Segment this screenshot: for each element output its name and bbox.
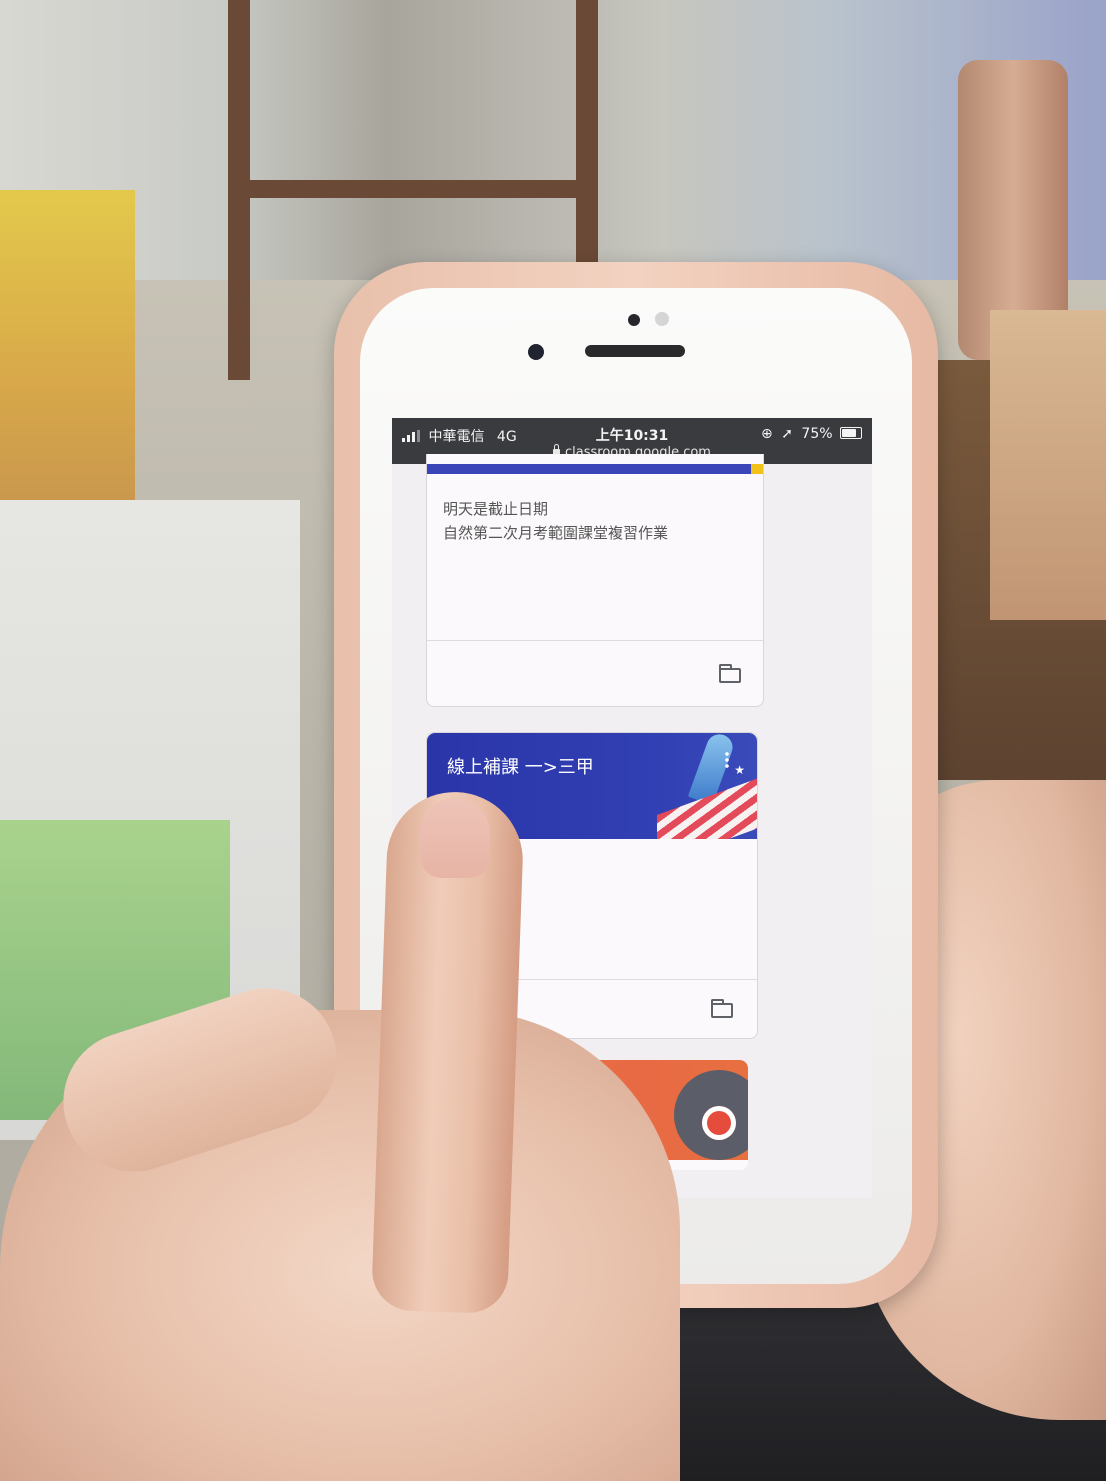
card-divider <box>427 640 763 641</box>
status-right: ⊕ ➚ 75% <box>761 426 862 442</box>
proximity-sensor <box>628 314 640 326</box>
folder-icon[interactable] <box>719 664 741 683</box>
location-icon: ➚ <box>781 426 793 442</box>
card-banner-strip <box>427 464 763 474</box>
background-chair-bar <box>230 180 598 198</box>
assignment-title[interactable]: 自然第二次月考範圍課堂複習作業 <box>443 522 668 543</box>
ambient-sensor <box>655 312 669 326</box>
alarm-icon: ⊕ <box>761 426 773 442</box>
more-options-icon[interactable] <box>725 751 729 769</box>
due-date-text: 明天是截止日期 <box>443 500 549 518</box>
battery-icon <box>840 427 862 439</box>
class-title[interactable]: 線上補課 一>三甲 <box>447 753 594 779</box>
background-laptop <box>990 310 1106 620</box>
game-controller-icon <box>674 1070 748 1160</box>
earpiece <box>585 345 685 357</box>
assignment-card[interactable]: 明天是截止日期 自然第二次月考範圍課堂複習作業 <box>426 454 764 707</box>
battery-label: 75% <box>801 426 833 442</box>
folder-icon[interactable] <box>711 999 733 1018</box>
front-camera <box>528 344 544 360</box>
star-icon: ★ <box>734 763 745 777</box>
fingernail <box>420 798 490 878</box>
photo-scene: 中華電信 4G 上午10:31 classroom.google.com ⊕ ➚… <box>0 0 1106 1481</box>
background-books <box>0 190 135 510</box>
